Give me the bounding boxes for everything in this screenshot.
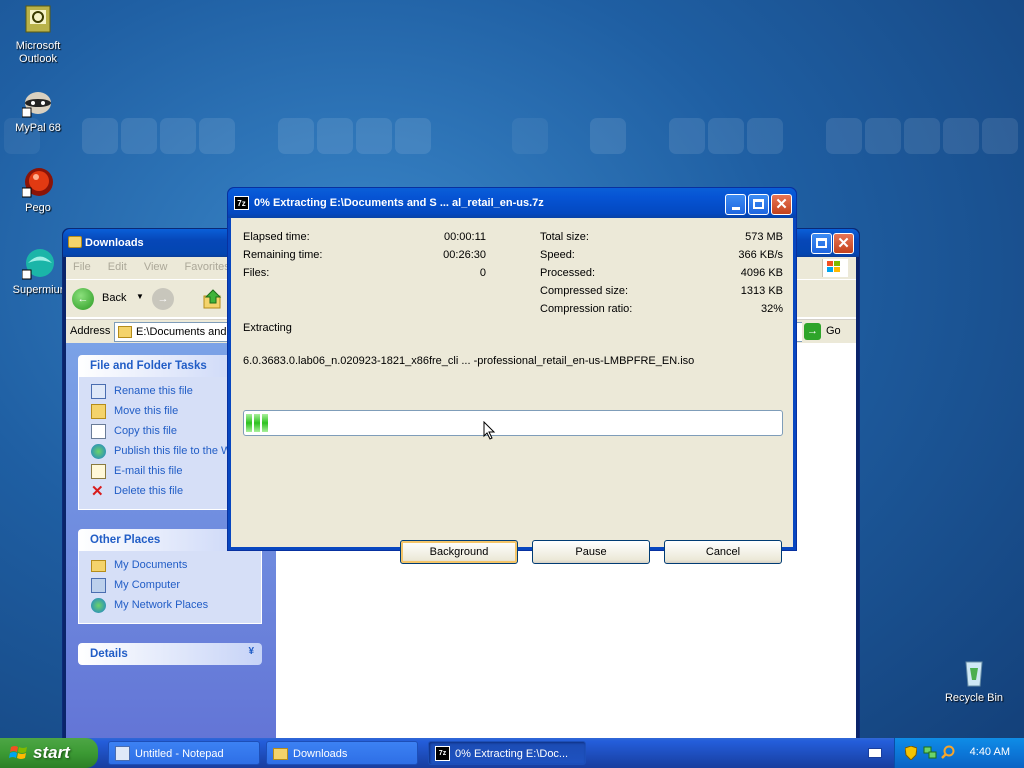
back-button[interactable]: ← Back ▼ — [72, 287, 144, 311]
place-my-computer[interactable]: My Computer — [91, 577, 261, 597]
maximize-icon — [816, 238, 827, 248]
place-my-documents[interactable]: My Documents — [91, 557, 261, 577]
supermium-icon — [21, 248, 54, 280]
notepad-icon — [115, 746, 130, 761]
7zip-icon: 7z — [435, 746, 450, 761]
menu-file[interactable]: File — [66, 257, 98, 273]
taskbar-extracting[interactable]: 7z 0% Extracting E:\Doc... — [428, 741, 586, 765]
forward-button[interactable]: → — [152, 288, 174, 310]
taskbar-downloads[interactable]: Downloads — [266, 741, 418, 765]
dialog-titlebar[interactable]: 7z 0% Extracting E:\Documents and S ... … — [228, 188, 796, 218]
extraction-progress-bar — [243, 410, 783, 436]
raccoon-icon — [21, 86, 54, 118]
processed-value: 4096 KB — [740, 267, 783, 279]
compressed-size-label: Compressed size: — [540, 285, 629, 297]
clock[interactable]: 4:40 AM — [970, 746, 1010, 758]
menu-view[interactable]: View — [137, 257, 175, 273]
rename-icon — [91, 384, 106, 399]
remaining-time-label: Remaining time: — [243, 249, 323, 261]
desktop-icon-outlook[interactable]: Microsoft Outlook — [0, 4, 76, 66]
total-size-value: 573 MB — [745, 231, 783, 243]
background-button[interactable]: Background — [400, 540, 518, 564]
close-icon: ✕ — [775, 196, 788, 213]
network-icon — [91, 598, 106, 613]
compression-ratio-label: Compression ratio: — [540, 303, 633, 315]
dialog-body: Elapsed time: 00:00:11 Remaining time: 0… — [231, 218, 793, 564]
back-arrow-icon: ← — [72, 288, 94, 310]
go-button[interactable]: → Go — [802, 322, 842, 342]
compressed-size-value: 1313 KB — [740, 285, 783, 297]
outlook-icon — [22, 4, 54, 36]
move-icon — [91, 404, 106, 419]
remaining-time-value: 00:26:30 — [443, 249, 486, 261]
details-panel: Details ¥ — [78, 643, 262, 665]
desktop-icon-pego[interactable]: Pego — [0, 166, 76, 215]
back-dropdown-icon[interactable]: ▼ — [136, 292, 144, 301]
place-my-network[interactable]: My Network Places — [91, 597, 261, 617]
red-orb-icon — [21, 166, 54, 198]
details-header[interactable]: Details ¥ — [78, 643, 262, 665]
globe-icon — [91, 444, 106, 459]
files-value: 0 — [479, 267, 486, 279]
folder-icon — [68, 236, 82, 248]
desktop-icon-recycle-bin[interactable]: Recycle Bin — [936, 656, 1012, 705]
computer-icon — [91, 578, 106, 593]
progress-segment — [262, 414, 268, 432]
maximize-icon — [753, 199, 764, 209]
menu-edit[interactable]: Edit — [101, 257, 134, 273]
copy-icon — [91, 424, 106, 439]
status-label: Extracting — [243, 322, 292, 334]
explorer-title: Downloads — [85, 237, 144, 249]
email-icon — [91, 464, 106, 479]
close-button[interactable]: ✕ — [833, 233, 854, 254]
go-arrow-icon: → — [804, 323, 821, 340]
windows-logo-icon — [822, 259, 848, 277]
mouse-cursor-icon — [483, 420, 497, 441]
search-icon[interactable] — [941, 745, 955, 759]
delete-icon: ✕ — [91, 483, 104, 500]
taskbar-notepad[interactable]: Untitled - Notepad — [108, 741, 260, 765]
up-folder-icon[interactable] — [202, 288, 224, 310]
maximize-button[interactable] — [811, 233, 832, 254]
chevron-down-icon[interactable]: ¥ — [248, 646, 254, 657]
folder-icon — [91, 560, 106, 572]
windows-flag-icon — [9, 744, 29, 762]
close-icon: ✕ — [837, 235, 850, 252]
current-file-path: 6.0.3683.0.lab06_n.020923-1821_x86fre_cl… — [243, 355, 695, 367]
dialog-title: 0% Extracting E:\Documents and S ... al_… — [254, 197, 544, 209]
elapsed-time-value: 00:00:11 — [443, 231, 486, 243]
speed-value: 366 KB/s — [738, 249, 783, 261]
minimize-button[interactable] — [725, 194, 746, 215]
7zip-icon: 7z — [234, 196, 249, 210]
pause-button[interactable]: Pause — [532, 540, 650, 564]
compression-ratio-value: 32% — [760, 303, 783, 315]
system-tray: 4:40 AM — [894, 738, 1024, 768]
desktop-icon-mypal[interactable]: MyPal 68 — [0, 86, 76, 135]
progress-segment — [254, 414, 260, 432]
folder-icon — [118, 326, 132, 338]
processed-label: Processed: — [540, 267, 596, 279]
cancel-button[interactable]: Cancel — [664, 540, 782, 564]
start-button[interactable]: start — [0, 738, 98, 768]
keyboard-icon[interactable] — [868, 748, 882, 758]
security-shield-icon[interactable] — [904, 745, 918, 761]
network-tray-icon[interactable] — [923, 745, 937, 759]
files-label: Files: — [243, 267, 270, 279]
elapsed-time-label: Elapsed time: — [243, 231, 310, 243]
close-button[interactable]: ✕ — [771, 194, 792, 215]
total-size-label: Total size: — [540, 231, 589, 243]
folder-icon — [273, 748, 288, 760]
taskbar: start Untitled - Notepad Downloads 7z 0%… — [0, 738, 1024, 768]
maximize-button[interactable] — [748, 194, 769, 215]
progress-segment — [246, 414, 252, 432]
minimize-icon — [731, 207, 740, 210]
speed-label: Speed: — [540, 249, 575, 261]
recycle-bin-icon — [958, 656, 990, 688]
extraction-dialog[interactable]: 7z 0% Extracting E:\Documents and S ... … — [227, 187, 797, 564]
